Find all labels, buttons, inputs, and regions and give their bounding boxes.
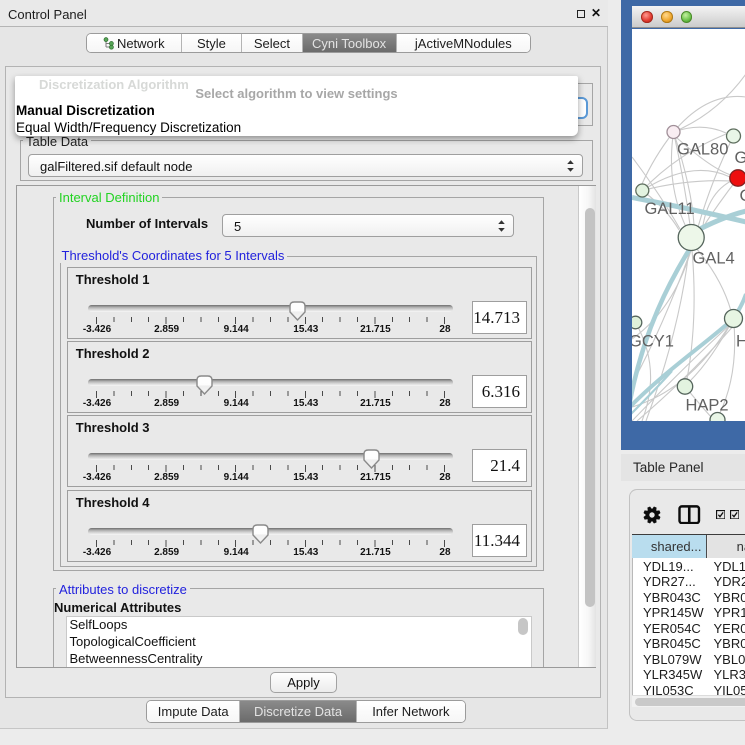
svg-text:H: H bbox=[736, 332, 745, 350]
svg-text:GCY1: GCY1 bbox=[632, 332, 674, 350]
svg-text:GA: GA bbox=[734, 149, 745, 167]
svg-text:HAP2: HAP2 bbox=[685, 396, 728, 414]
svg-text:GAL4: GAL4 bbox=[692, 249, 734, 267]
svg-text:GAL80: GAL80 bbox=[677, 140, 728, 158]
svg-text:GAL11: GAL11 bbox=[644, 200, 694, 218]
svg-text:C: C bbox=[739, 187, 745, 205]
